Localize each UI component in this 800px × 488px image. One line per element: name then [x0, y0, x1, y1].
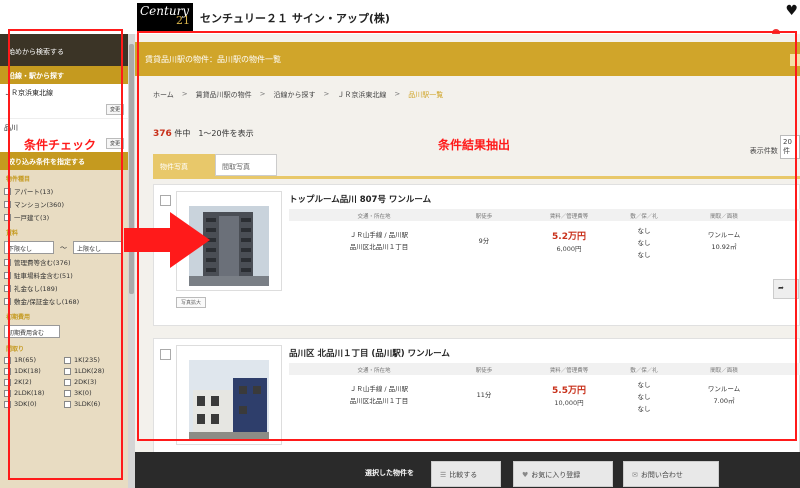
compare-label: 比較する — [449, 471, 478, 479]
compare-button[interactable]: ☰ 比較する — [431, 461, 501, 487]
favorite-label: お気に入り登録 — [531, 471, 581, 479]
compare-icon: ☰ — [440, 471, 447, 479]
results-extract-label: 条件結果抽出 — [438, 138, 511, 152]
conditions-check-label: 条件チェック — [24, 138, 97, 152]
century21-logo[interactable]: Century 21 — [137, 3, 193, 31]
inquiry-label: お問い合わせ — [640, 471, 683, 479]
selected-label: 選択した物件を — [365, 469, 414, 477]
selected-actions-bar: 選択した物件を ☰ 比較する ♥ お気に入り登録 ✉ お問い合わせ — [135, 452, 800, 488]
heart-icon[interactable]: ♥ — [785, 3, 798, 19]
right-arrow-icon — [124, 212, 210, 268]
conditions-highlight-box — [8, 29, 123, 480]
results-highlight-box — [137, 31, 797, 441]
heart-icon: ♥ — [522, 471, 529, 479]
brand-name: センチュリー２１ サイン・アップ(株) — [200, 12, 390, 25]
mail-icon: ✉ — [632, 471, 638, 479]
favorite-button[interactable]: ♥ お気に入り登録 — [513, 461, 613, 487]
inquiry-button[interactable]: ✉ お問い合わせ — [623, 461, 719, 487]
